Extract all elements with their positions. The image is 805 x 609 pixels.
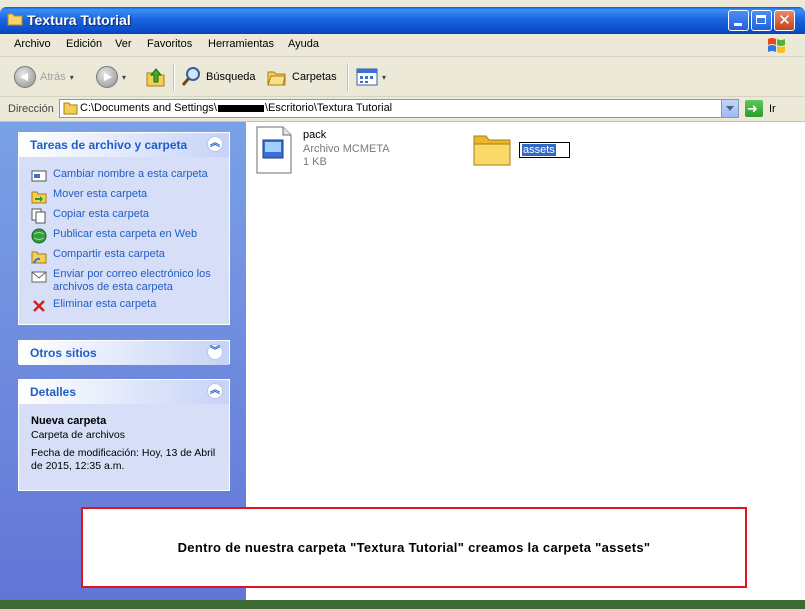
redacted-username [217, 104, 264, 112]
file-name: pack [303, 129, 327, 141]
toolbar: Atrás ▾ ▾ Búsqueda Carpetas ▾ [0, 57, 805, 97]
move-folder-icon [31, 191, 47, 204]
folders-button[interactable]: Carpetas [266, 65, 337, 89]
rename-input[interactable]: assets [519, 142, 570, 158]
up-folder-icon [146, 68, 165, 87]
up-folder-button[interactable] [145, 65, 167, 89]
address-bar: Dirección C:\Documents and Settings\ \Esc… [0, 97, 805, 122]
file-size: 1 KB [303, 156, 327, 168]
go-label: Ir [769, 102, 776, 115]
copy-icon [31, 208, 46, 224]
address-label: Dirección [8, 103, 54, 115]
window-title: Textura Tutorial [27, 12, 131, 28]
toolbar-separator [347, 63, 349, 91]
collapse-icon[interactable]: ︽ [207, 383, 223, 399]
task-copy[interactable]: Copiar esta carpeta [31, 208, 149, 224]
task-publish-web[interactable]: Publicar esta carpeta en Web [31, 228, 197, 244]
maximize-button[interactable] [751, 10, 772, 31]
details-type: Carpeta de archivos [31, 429, 125, 441]
other-places-panel: Otros sitios ︾ [18, 340, 230, 365]
back-button[interactable]: Atrás ▾ [14, 65, 74, 89]
menu-ver[interactable]: Ver [115, 38, 132, 50]
panel-title: Tareas de archivo y carpeta [30, 138, 188, 152]
expand-icon[interactable]: ︾ [207, 344, 223, 360]
views-button[interactable]: ▾ [356, 65, 386, 89]
panel-header[interactable]: Detalles ︽ [19, 380, 229, 404]
forward-button[interactable]: ▾ [96, 65, 126, 89]
task-rename[interactable]: Cambiar nombre a esta carpeta [31, 168, 208, 184]
menu-archivo[interactable]: Archivo [14, 38, 51, 50]
panel-title: Otros sitios [30, 346, 97, 360]
minimize-button[interactable] [728, 10, 749, 31]
details-modified: Fecha de modificación: Hoy, 13 de Abril … [31, 447, 216, 472]
forward-arrow-icon [96, 66, 118, 88]
windows-logo-icon [768, 38, 785, 53]
back-label: Atrás [40, 71, 66, 83]
task-move[interactable]: Mover esta carpeta [31, 188, 147, 204]
menu-ayuda[interactable]: Ayuda [288, 38, 319, 50]
task-share[interactable]: Compartir esta carpeta [31, 248, 165, 264]
panel-header[interactable]: Tareas de archivo y carpeta ︽ [19, 133, 229, 157]
search-button[interactable]: Búsqueda [180, 65, 256, 89]
panel-title: Detalles [30, 385, 77, 399]
collapse-icon[interactable]: ︽ [207, 136, 223, 152]
search-icon [181, 67, 200, 86]
panel-header[interactable]: Otros sitios ︾ [19, 341, 229, 365]
chevron-down-icon: ▾ [122, 72, 127, 82]
globe-icon [31, 228, 47, 244]
file-folder-tasks-panel: Tareas de archivo y carpeta ︽ Cambiar no… [18, 132, 230, 325]
folders-icon [267, 71, 286, 86]
chevron-down-icon: ▾ [382, 72, 387, 82]
toolbar-separator [173, 63, 175, 91]
views-icon [356, 68, 378, 86]
annotation-text: Dentro de nuestra carpeta "Textura Tutor… [177, 540, 651, 555]
folder-icon [7, 13, 23, 26]
rename-icon [31, 170, 47, 182]
menu-favoritos[interactable]: Favoritos [147, 38, 192, 50]
back-arrow-icon [14, 66, 36, 88]
search-label: Búsqueda [206, 71, 256, 83]
share-folder-icon [31, 251, 47, 264]
close-icon: ✕ [778, 12, 791, 29]
rename-selected-text: assets [522, 144, 556, 156]
menu-edicion[interactable]: Edición [66, 38, 102, 50]
chevron-down-icon: ▾ [69, 72, 74, 82]
mcmeta-file-icon [256, 126, 292, 174]
close-button[interactable]: ✕ [774, 10, 795, 31]
menu-bar: Archivo Edición Ver Favoritos Herramient… [0, 34, 805, 57]
task-email[interactable]: Enviar por correo electrónico los archiv… [31, 268, 216, 294]
address-dropdown-button[interactable] [721, 100, 738, 117]
folders-label: Carpetas [292, 71, 337, 83]
details-name: Nueva carpeta [31, 415, 107, 427]
desktop-background [0, 600, 805, 609]
go-arrow-icon [745, 100, 763, 117]
delete-icon [33, 300, 45, 312]
go-button[interactable]: Ir [745, 100, 776, 117]
title-bar[interactable]: Textura Tutorial ✕ [0, 7, 805, 34]
address-path: C:\Documents and Settings\ \Escritorio\Te… [80, 102, 393, 114]
explorer-window: Textura Tutorial ✕ Archivo Edición Ver F… [0, 0, 805, 600]
folder-icon [63, 102, 78, 115]
task-delete[interactable]: Eliminar esta carpeta [31, 298, 156, 314]
file-type: Archivo MCMETA [303, 143, 390, 155]
annotation-callout: Dentro de nuestra carpeta "Textura Tutor… [81, 507, 747, 588]
menu-herramientas[interactable]: Herramientas [208, 38, 274, 50]
folder-icon [473, 135, 511, 166]
email-icon [31, 271, 47, 283]
address-input[interactable]: C:\Documents and Settings\ \Escritorio\Te… [59, 99, 739, 118]
details-panel: Detalles ︽ Nueva carpeta Carpeta de arch… [18, 379, 230, 491]
